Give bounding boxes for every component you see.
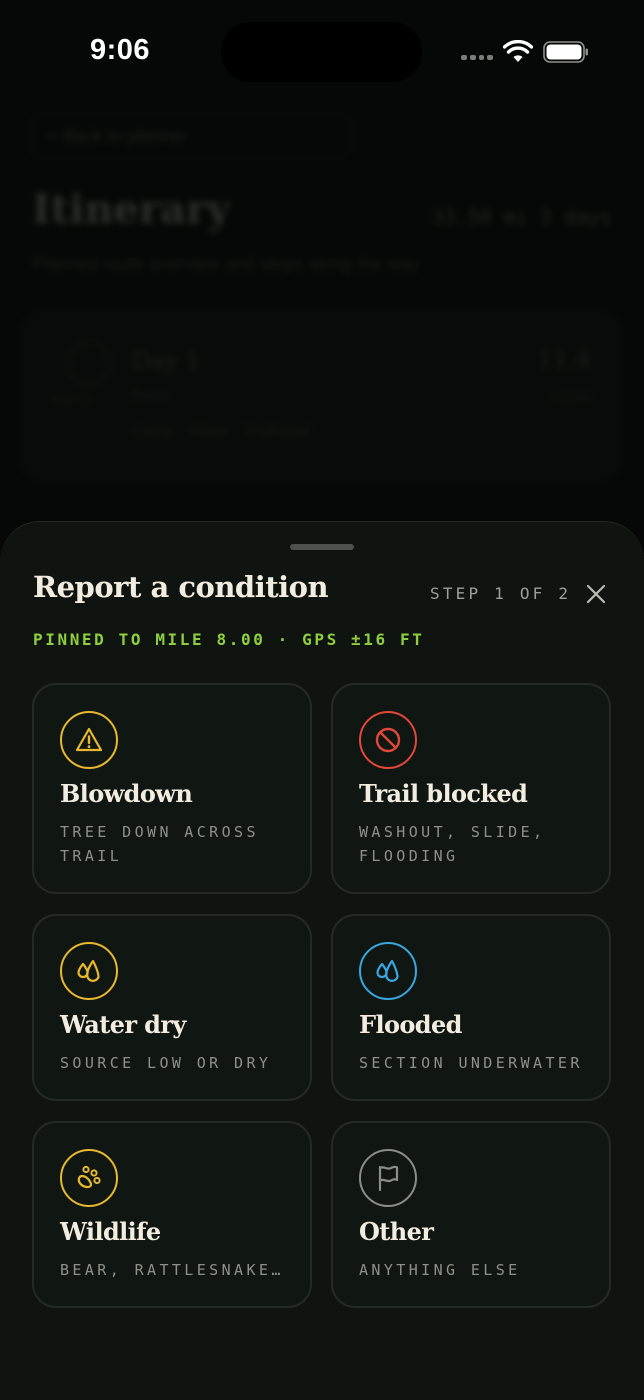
- sheet-title: Report a condition: [33, 570, 329, 604]
- gps-pin-status: PINNED TO MILE 8.00 · GPS ±16 FT: [33, 630, 425, 649]
- option-title: Other: [359, 1217, 434, 1246]
- paw-print-icon: [60, 1149, 118, 1207]
- droplets-icon: [359, 942, 417, 1000]
- option-title: Water dry: [60, 1010, 186, 1039]
- dynamic-island: [221, 22, 422, 82]
- flag-icon: [359, 1149, 417, 1207]
- option-trail-blocked[interactable]: Trail blocked WASHOUT, SLIDE, FLOODING: [331, 683, 611, 894]
- warning-triangle-icon: [60, 711, 118, 769]
- sheet-grabber[interactable]: [290, 544, 354, 550]
- status-bar: 9:06: [0, 0, 644, 104]
- close-icon: [586, 584, 606, 604]
- option-title: Flooded: [359, 1010, 462, 1039]
- option-wildlife[interactable]: Wildlife BEAR, RATTLESNAKE…: [32, 1121, 312, 1308]
- option-description: BEAR, RATTLESNAKE…: [60, 1261, 284, 1279]
- report-condition-sheet: Report a condition STEP 1 OF 2 PINNED TO…: [0, 521, 644, 1400]
- status-time: 9:06: [90, 34, 151, 66]
- option-other[interactable]: Other ANYTHING ELSE: [331, 1121, 611, 1308]
- cellular-signal-icon: [461, 55, 493, 61]
- no-entry-icon: [359, 711, 417, 769]
- step-indicator: STEP 1 OF 2: [430, 584, 572, 603]
- option-description: SECTION UNDERWATER: [359, 1054, 583, 1072]
- option-title: Wildlife: [60, 1217, 161, 1246]
- option-title: Blowdown: [60, 779, 193, 808]
- close-button[interactable]: [580, 578, 612, 610]
- wifi-icon: [503, 40, 533, 62]
- droplets-icon: [60, 942, 118, 1000]
- option-description: TREE DOWN ACROSS TRAIL: [60, 823, 259, 865]
- option-description: ANYTHING ELSE: [359, 1261, 521, 1279]
- option-flooded[interactable]: Flooded SECTION UNDERWATER: [331, 914, 611, 1101]
- option-title: Trail blocked: [359, 779, 528, 808]
- option-description: SOURCE LOW OR DRY: [60, 1054, 272, 1072]
- option-blowdown[interactable]: Blowdown TREE DOWN ACROSS TRAIL: [32, 683, 312, 894]
- option-description: WASHOUT, SLIDE, FLOODING: [359, 823, 546, 865]
- battery-icon: [543, 41, 588, 63]
- option-water-dry[interactable]: Water dry SOURCE LOW OR DRY: [32, 914, 312, 1101]
